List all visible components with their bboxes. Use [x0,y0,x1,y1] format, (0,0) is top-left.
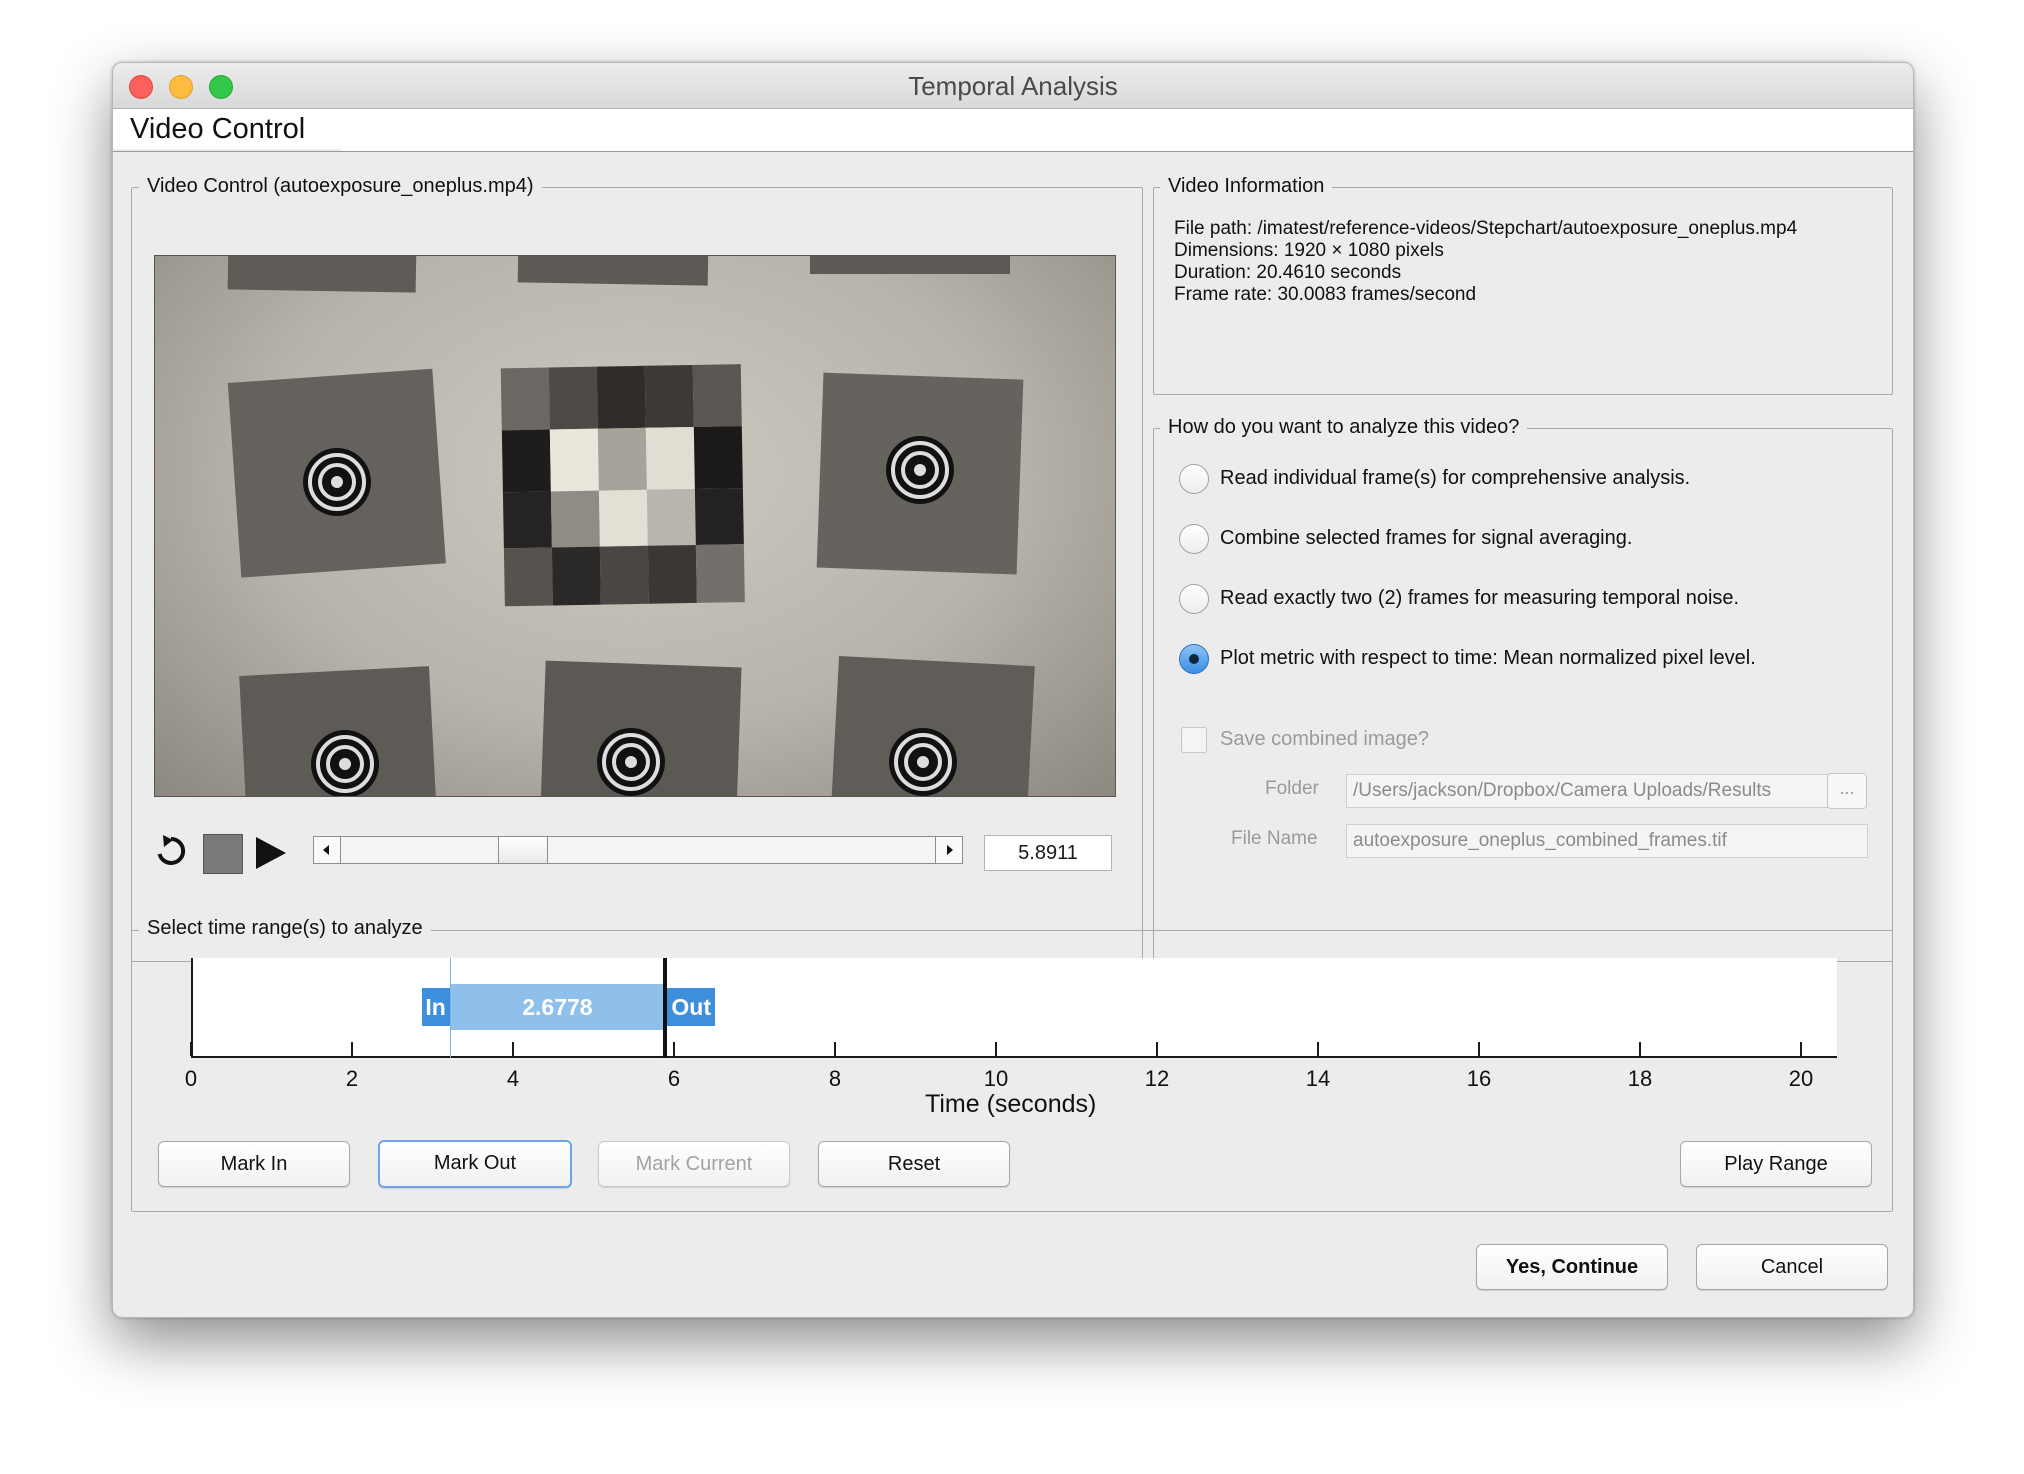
video-information-title: Video Information [1160,175,1333,198]
analysis-options-panel [1153,428,1893,962]
gray-patch [227,256,417,293]
radio-plot-metric[interactable] [1179,644,1209,674]
mark-current-button[interactable]: Mark Current [598,1141,790,1187]
x-tick-label: 16 [1466,1066,1492,1091]
radio-individual-frames[interactable] [1179,464,1209,494]
tab-strip: Video Control [113,109,1913,152]
x-tick-label: 2 [345,1066,359,1091]
replay-icon [157,835,186,865]
info-file-path: File path: /imatest/reference-videos/Ste… [1174,218,1798,239]
cancel-button[interactable]: Cancel [1696,1244,1888,1290]
radio-two-frames[interactable] [1179,584,1209,614]
stop-button[interactable] [203,834,243,874]
out-marker-label[interactable]: Out [667,988,716,1026]
radio-individual-frames-label[interactable]: Read individual frame(s) for comprehensi… [1220,467,1690,490]
registration-target [597,728,665,796]
x-tick [1317,1042,1319,1056]
video-time-slider[interactable] [313,836,963,864]
radio-combine-frames-label[interactable]: Combine selected frames for signal avera… [1220,527,1632,550]
caret-left-icon [323,845,329,855]
x-tick-label: 20 [1788,1066,1814,1091]
x-tick [190,1042,192,1056]
tab-active-indicator [113,149,341,151]
x-tick-label: 18 [1627,1066,1653,1091]
x-axis-line [191,1056,1837,1058]
x-tick-label: 14 [1305,1066,1331,1091]
tab-video-control[interactable]: Video Control [130,113,321,146]
x-axis-label: Time (seconds) [925,1090,1097,1118]
x-tick [834,1042,836,1056]
info-frame-rate: Frame rate: 30.0083 frames/second [1174,284,1477,305]
play-range-button[interactable]: Play Range [1680,1141,1872,1187]
registration-target [303,448,371,516]
caret-right-icon [947,845,953,855]
registration-target [889,728,957,796]
x-tick-label: 4 [506,1066,520,1091]
x-tick [1156,1042,1158,1056]
save-combined-checkbox[interactable] [1181,727,1207,753]
play-button[interactable] [253,835,289,871]
x-tick [512,1042,514,1056]
in-marker-label[interactable]: In [421,988,450,1026]
yes-continue-button[interactable]: Yes, Continue [1476,1244,1668,1290]
info-dimensions: Dimensions: 1920 × 1080 pixels [1174,240,1444,261]
window-title: Temporal Analysis [908,71,1118,101]
mark-out-button[interactable]: Mark Out [378,1140,572,1188]
x-tick [351,1042,353,1056]
info-duration: Duration: 20.4610 seconds [1174,262,1402,283]
filename-label: File Name [1231,828,1318,849]
folder-field[interactable]: /Users/jackson/Dropbox/Camera Uploads/Re… [1346,774,1860,808]
video-control-panel-title: Video Control (autoexposure_oneplus.mp4) [139,175,542,198]
range-duration-label: 2.6778 [522,994,593,1020]
x-tick [1800,1042,1802,1056]
video-frame[interactable] [154,255,1116,797]
play-icon [256,837,286,869]
slider-thumb[interactable] [497,837,548,863]
time-range-axes[interactable]: In Out 2.6778 0 2 4 6 8 10 12 14 16 18 20 [185,958,1837,1091]
replay-button[interactable] [153,833,189,869]
radio-combine-frames[interactable] [1179,524,1209,554]
x-tick-label: 10 [983,1066,1009,1091]
browse-folder-button[interactable]: ... [1827,773,1867,809]
x-tick-label: 8 [828,1066,842,1091]
title-bar[interactable]: Temporal Analysis [113,63,1913,109]
x-tick [995,1042,997,1056]
save-combined-label: Save combined image? [1220,728,1430,750]
analysis-options-title: How do you want to analyze this video? [1160,416,1528,439]
slider-left-arrow[interactable] [314,837,341,863]
slider-right-arrow[interactable] [935,837,962,863]
x-tick [1639,1042,1641,1056]
mark-in-button[interactable]: Mark In [158,1141,350,1187]
video-frame-image [227,256,1035,796]
current-time-field[interactable]: 5.8911 [984,835,1112,871]
filename-field[interactable]: autoexposure_oneplus_combined_frames.tif [1346,824,1868,858]
temporal-analysis-window: Temporal Analysis Video Control Video Co… [112,62,1914,1318]
registration-target [311,730,379,796]
registration-target [886,436,954,504]
x-tick [1478,1042,1480,1056]
x-tick-label: 6 [667,1066,681,1091]
x-tick [673,1042,675,1056]
gray-patch [810,256,1010,274]
stepchart [500,364,745,607]
x-tick-label: 0 [184,1066,198,1091]
reset-button[interactable]: Reset [818,1141,1010,1187]
time-range-title: Select time range(s) to analyze [139,917,431,940]
x-tick-label: 12 [1144,1066,1170,1091]
radio-two-frames-label[interactable]: Read exactly two (2) frames for measurin… [1220,587,1739,610]
gray-patch [517,256,709,286]
radio-plot-metric-label[interactable]: Plot metric with respect to time: Mean n… [1220,647,1756,670]
folder-label: Folder [1265,778,1319,799]
